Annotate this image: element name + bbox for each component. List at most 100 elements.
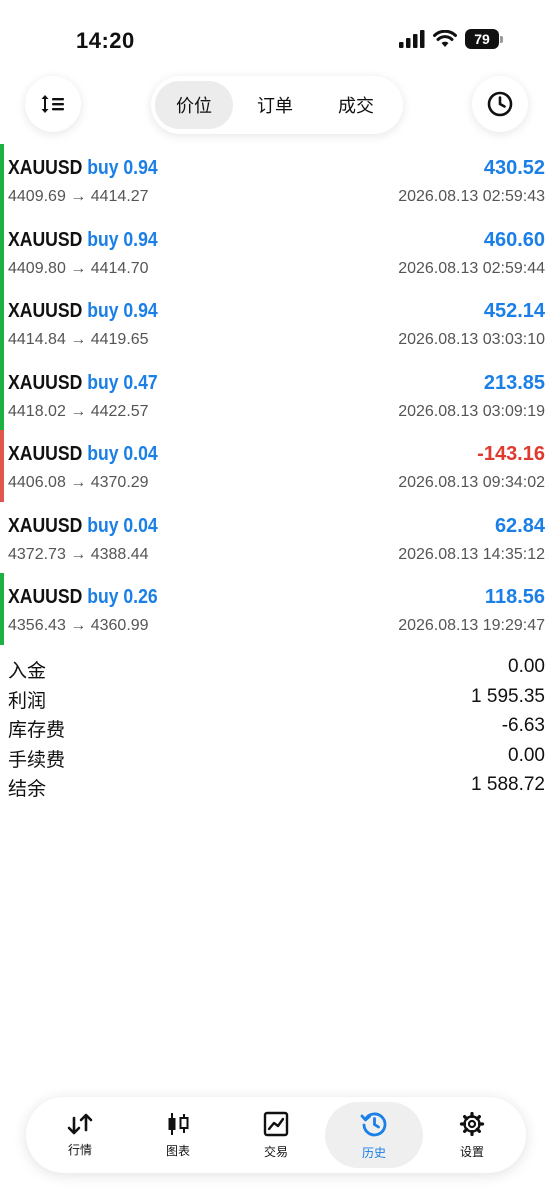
deal-side-volume: buy 0.94 — [87, 228, 158, 251]
tab-orders[interactable]: 订单 — [236, 81, 314, 129]
deal-status-bar — [0, 573, 4, 645]
tab-chart[interactable]: 图表 — [129, 1102, 227, 1168]
deal-status-bar — [0, 215, 4, 287]
deal-row[interactable]: XAUUSD buy 0.04 -143.16 4406.08 → 4370.29 2… — [0, 430, 553, 502]
deal-profit: 460.60 — [483, 228, 545, 251]
battery-level: 79 — [465, 29, 499, 49]
settings-icon — [459, 1111, 485, 1136]
deal-prices: 4409.69 → 4414.27 — [8, 188, 149, 205]
deal-row[interactable]: XAUUSD buy 0.47 213.85 4418.02 → 4422.57 20… — [0, 358, 553, 430]
deal-symbol: XAUUSD buy 0.04 — [8, 443, 158, 466]
deal-profit: 430.52 — [483, 157, 545, 179]
deal-profit: 118.56 — [484, 586, 545, 608]
deal-side-volume: buy 0.04 — [87, 514, 158, 537]
deal-row[interactable]: XAUUSD buy 0.04 62.84 4372.73 → 4388.44 202… — [0, 502, 553, 574]
deal-side-volume: buy 0.94 — [87, 157, 158, 179]
tab-settings-label: 设置 — [459, 1144, 484, 1159]
deal-time: 2026.08.13 09:34:02 — [398, 474, 545, 491]
deal-status-bar — [0, 358, 4, 430]
summary-row: 结余 1 588.72 — [0, 772, 553, 802]
summary-row: 入金 0.00 — [0, 654, 553, 684]
deal-time: 2026.08.13 14:35:12 — [398, 545, 545, 563]
deal-symbol-name: XAUUSD — [8, 300, 83, 322]
deal-prices: 4356.43 → 4360.99 — [8, 617, 149, 634]
deal-profit: 452.14 — [483, 300, 545, 322]
battery-indicator: 79 — [465, 29, 503, 49]
deal-status-bar — [0, 502, 4, 574]
deal-profit: -143.16 — [477, 443, 545, 465]
deal-row[interactable]: XAUUSD buy 0.94 452.14 4414.84 → 4419.65 20… — [0, 287, 553, 359]
tab-chart-label: 图表 — [165, 1143, 190, 1158]
summary-section: 入金 0.00 利润 1 595.35 库存费 -6.63 手续费 0.00 结余 1 588.7… — [0, 654, 553, 802]
bottom-tab-bar: 行情 图表 交易 历史 设置 — [26, 1097, 526, 1173]
deal-side-volume: buy 0.04 — [87, 443, 158, 465]
deal-time: 2026.08.13 19:29:47 — [398, 617, 545, 634]
deals-list: XAUUSD buy 0.94 430.52 4409.69 → 4414.27 20… — [0, 144, 553, 645]
deal-symbol: XAUUSD buy 0.04 — [8, 515, 158, 538]
status-icons: 79 — [399, 29, 503, 49]
deal-symbol-name: XAUUSD — [8, 586, 83, 608]
deal-symbol-name: XAUUSD — [8, 157, 83, 179]
deal-prices: 4406.08 → 4370.29 — [8, 474, 149, 491]
trade-icon — [263, 1111, 289, 1136]
summary-row: 利润 1 595.35 — [0, 684, 553, 714]
deal-prices: 4418.02 → 4422.57 — [8, 402, 149, 420]
deal-side-volume: buy 0.26 — [87, 586, 158, 608]
deal-row[interactable]: XAUUSD buy 0.94 430.52 4409.69 → 4414.27 20… — [0, 144, 553, 216]
deal-symbol-name: XAUUSD — [8, 514, 83, 537]
summary-value: 1 588.72 — [471, 774, 545, 795]
clock-icon — [487, 91, 513, 117]
deal-symbol: XAUUSD buy 0.47 — [8, 372, 158, 395]
sort-button[interactable] — [25, 76, 81, 132]
summary-value: -6.63 — [501, 715, 545, 736]
deal-side-volume: buy 0.47 — [87, 371, 158, 394]
summary-label: 库存费 — [8, 720, 66, 741]
tab-history-label: 历史 — [361, 1145, 386, 1160]
deal-time: 2026.08.13 02:59:44 — [398, 259, 545, 277]
tab-deals[interactable]: 成交 — [317, 81, 395, 129]
summary-label: 手续费 — [8, 749, 66, 771]
wifi-icon — [433, 30, 457, 47]
period-button[interactable] — [472, 76, 528, 132]
deal-symbol-name: XAUUSD — [8, 443, 83, 465]
deal-status-bar — [0, 144, 4, 216]
history-icon — [360, 1112, 387, 1136]
summary-label: 结余 — [8, 779, 47, 800]
deal-status-bar — [0, 287, 4, 359]
status-time: 14:20 — [76, 28, 135, 53]
summary-row: 库存费 -6.63 — [0, 713, 553, 743]
tab-positions[interactable]: 价位 — [155, 81, 233, 129]
status-bar: 14:20 79 — [0, 0, 553, 80]
history-view-segmented-control: 价位 订单 成交 — [151, 76, 403, 134]
summary-label: 利润 — [8, 690, 47, 712]
deal-prices: 4372.73 → 4388.44 — [8, 545, 149, 563]
summary-value: 1 595.35 — [471, 685, 545, 707]
deal-prices: 4409.80 → 4414.70 — [8, 259, 149, 277]
tab-history[interactable]: 历史 — [325, 1102, 423, 1168]
signal-icon — [399, 30, 425, 48]
tab-trade[interactable]: 交易 — [227, 1102, 325, 1168]
deal-symbol: XAUUSD buy 0.94 — [8, 229, 158, 252]
deal-symbol: XAUUSD buy 0.94 — [8, 157, 158, 180]
summary-label: 入金 — [8, 661, 47, 682]
deal-side-volume: buy 0.94 — [87, 300, 158, 322]
deal-symbol: XAUUSD buy 0.94 — [8, 300, 158, 323]
deal-symbol-name: XAUUSD — [8, 371, 83, 394]
deal-row[interactable]: XAUUSD buy 0.94 460.60 4409.80 → 4414.70 20… — [0, 215, 553, 287]
deal-profit: 62.84 — [494, 514, 545, 537]
tab-quotes-label: 行情 — [67, 1142, 92, 1157]
deal-time: 2026.08.13 02:59:43 — [398, 188, 545, 205]
deal-symbol: XAUUSD buy 0.26 — [8, 586, 158, 609]
tab-quotes[interactable]: 行情 — [31, 1102, 129, 1168]
deal-time: 2026.08.13 03:03:10 — [398, 331, 545, 348]
tab-settings[interactable]: 设置 — [423, 1102, 521, 1168]
deal-row[interactable]: XAUUSD buy 0.26 118.56 4356.43 → 4360.99 20… — [0, 573, 553, 645]
deal-status-bar — [0, 430, 4, 502]
tab-trade-label: 交易 — [263, 1144, 288, 1159]
summary-row: 手续费 0.00 — [0, 743, 553, 773]
summary-value: 0.00 — [508, 744, 545, 766]
chart-icon — [168, 1112, 189, 1135]
deal-profit: 213.85 — [483, 371, 545, 394]
deal-time: 2026.08.13 03:09:19 — [398, 402, 545, 420]
summary-value: 0.00 — [508, 656, 545, 677]
